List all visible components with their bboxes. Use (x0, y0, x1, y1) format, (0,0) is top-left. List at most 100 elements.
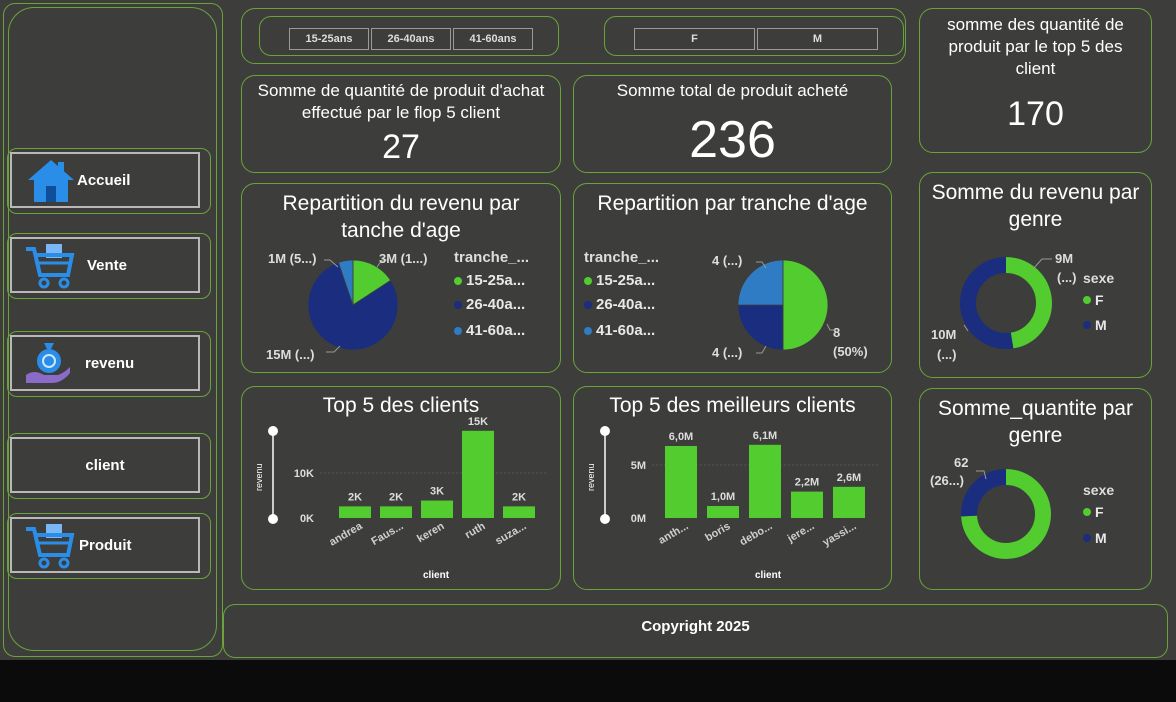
chart-revenu-age-card: Repartition du revenu par tanche d'age 3… (241, 183, 561, 373)
bar (749, 444, 781, 518)
legend-item-41-60[interactable]: 41-60a... (584, 322, 655, 339)
legend-label: M (1095, 317, 1107, 333)
leader-line (1032, 258, 1052, 270)
y-axis-label: revenu (586, 463, 596, 491)
age-slicer: 15-25ans 26-40ans 41-60ans (259, 16, 559, 56)
dashboard-canvas: Accueil Vente revenu client Produit 15-2… (0, 0, 1176, 660)
nav-client-button[interactable]: client (10, 437, 200, 493)
legend-item-f[interactable]: F (1083, 292, 1104, 308)
zoom-slider-handle-bottom[interactable] (268, 514, 278, 524)
bar (339, 506, 371, 518)
bar (707, 506, 739, 518)
slice-26-40 (737, 304, 784, 351)
footer: Copyright 2025 (223, 604, 1168, 658)
bar-data-label: 6,0M (669, 431, 693, 443)
legend-item-15-25[interactable]: 15-25a... (454, 272, 525, 289)
slicer-gender-f[interactable]: F (634, 28, 755, 50)
slice-41-60 (737, 259, 784, 306)
bar-data-label: 2,6M (837, 472, 861, 484)
nav-vente-button[interactable]: Vente (10, 237, 200, 293)
zoom-slider-handle-top[interactable] (600, 426, 610, 436)
bar-data-label: 2K (389, 491, 403, 503)
y-tick-label: 0K (300, 513, 314, 525)
legend-label: M (1095, 530, 1107, 546)
legend-title: sexe (1083, 482, 1115, 498)
y-tick-label: 5M (631, 460, 646, 472)
kpi-total-card: Somme total de produit acheté 236 (573, 75, 892, 173)
chart-quantite-genre-card: Somme_quantite par genre 62 (26...) sexe … (919, 388, 1152, 590)
bar-data-label: 2K (512, 491, 526, 503)
kpi-total-value: 236 (689, 111, 776, 169)
nav-revenu-button[interactable]: revenu (10, 335, 200, 391)
slicer-age-41-60[interactable]: 41-60ans (453, 28, 533, 50)
gender-slicer: F M (604, 16, 904, 56)
legend-dot (1083, 296, 1091, 304)
bar (380, 506, 412, 518)
y-axis-label: revenu (254, 463, 264, 491)
legend-item-f[interactable]: F (1083, 504, 1104, 520)
bar-data-label: 2K (348, 491, 362, 503)
slicer-age-15-25[interactable]: 15-25ans (289, 28, 369, 50)
nav-accueil-container: Accueil (7, 148, 211, 214)
kpi-flop5-card: Somme de quantité de produit d'achat eff… (241, 75, 561, 173)
slicer-gender-m[interactable]: M (757, 28, 878, 50)
data-label: 3M (1...) (379, 251, 427, 266)
zoom-slider-handle-bottom[interactable] (600, 514, 610, 524)
x-tick-label: jere... (785, 520, 817, 545)
chart-top5-clients-card: Top 5 des clients revenu 0K 10K 2K andrea 2K F… (241, 386, 561, 590)
legend-item-26-40[interactable]: 26-40a... (584, 296, 655, 313)
legend-item-26-40[interactable]: 26-40a... (454, 296, 525, 313)
cart-icon (26, 524, 75, 569)
kpi-flop5-title: Somme de quantité de produit d'achat eff… (257, 81, 545, 122)
x-axis-label: client (755, 570, 782, 581)
chart-tranche-age-card: Repartition par tranche d'age 4 (...) 4 (… (573, 183, 892, 373)
legend-item-m[interactable]: M (1083, 317, 1107, 333)
nav-revenu-label: revenu (85, 354, 135, 372)
legend-item-m[interactable]: M (1083, 530, 1107, 546)
legend-label: 41-60a... (596, 322, 656, 339)
chart-quantite-genre-svg: 62 (26...) (930, 455, 1051, 559)
kpi-total-title: Somme total de produit acheté (616, 81, 849, 100)
legend-dot (584, 300, 592, 309)
nav-produit-container: Produit (7, 513, 211, 579)
slicer-age-26-40[interactable]: 26-40ans (371, 28, 451, 50)
x-tick-label: keren (415, 520, 447, 545)
x-tick-label: ruth (463, 520, 488, 541)
bar (791, 491, 823, 518)
chart-top5-clients-svg: revenu 0K 10K 2K andrea 2K Faus... 3K keren 15K ru… (254, 416, 548, 581)
legend-item-41-60[interactable]: 41-60a... (454, 322, 525, 339)
chart-revenu-genre-svg: 9M (...) 10M (...) (931, 251, 1077, 362)
nav-produit-button[interactable]: Produit (10, 517, 200, 573)
data-label: 62 (954, 455, 968, 470)
kpi-top5-value: 170 (1007, 95, 1064, 133)
legend-dot (584, 326, 592, 335)
nav-client-container: client (7, 433, 211, 499)
x-tick-label: boris (703, 520, 732, 544)
zoom-slider-handle-top[interactable] (268, 426, 278, 436)
bar (462, 430, 494, 518)
data-label: (...) (937, 347, 957, 362)
chart-top5-best-card: Top 5 des meilleurs clients revenu 0M 5M 6,… (573, 386, 892, 590)
x-tick-label: Faus... (369, 520, 405, 548)
bar (421, 500, 453, 518)
legend-dot (454, 300, 462, 309)
bar-data-label: 6,1M (753, 430, 777, 442)
nav-accueil-button[interactable]: Accueil (10, 152, 200, 208)
money-bag-icon (26, 343, 70, 383)
x-tick-label: debo... (738, 520, 775, 548)
legend-item-15-25[interactable]: 15-25a... (584, 272, 655, 289)
x-tick-label: anth... (656, 520, 690, 547)
kpi-top5-title: somme des quantité de produit par le top… (947, 15, 1124, 78)
legend-label: 15-25a... (466, 272, 526, 289)
nav-produit-label: Produit (79, 536, 132, 554)
data-label: 10M (931, 327, 956, 342)
cart-icon (26, 244, 75, 289)
nav-client-label: client (85, 456, 125, 474)
data-label: (50%) (833, 344, 868, 359)
data-label: 1M (5...) (268, 251, 316, 266)
legend-label: F (1095, 504, 1104, 520)
copyright-text: Copyright 2025 (641, 618, 750, 635)
legend-title: sexe (1083, 270, 1115, 286)
legend-label: 26-40a... (466, 296, 526, 313)
legend-dot (1083, 508, 1091, 516)
